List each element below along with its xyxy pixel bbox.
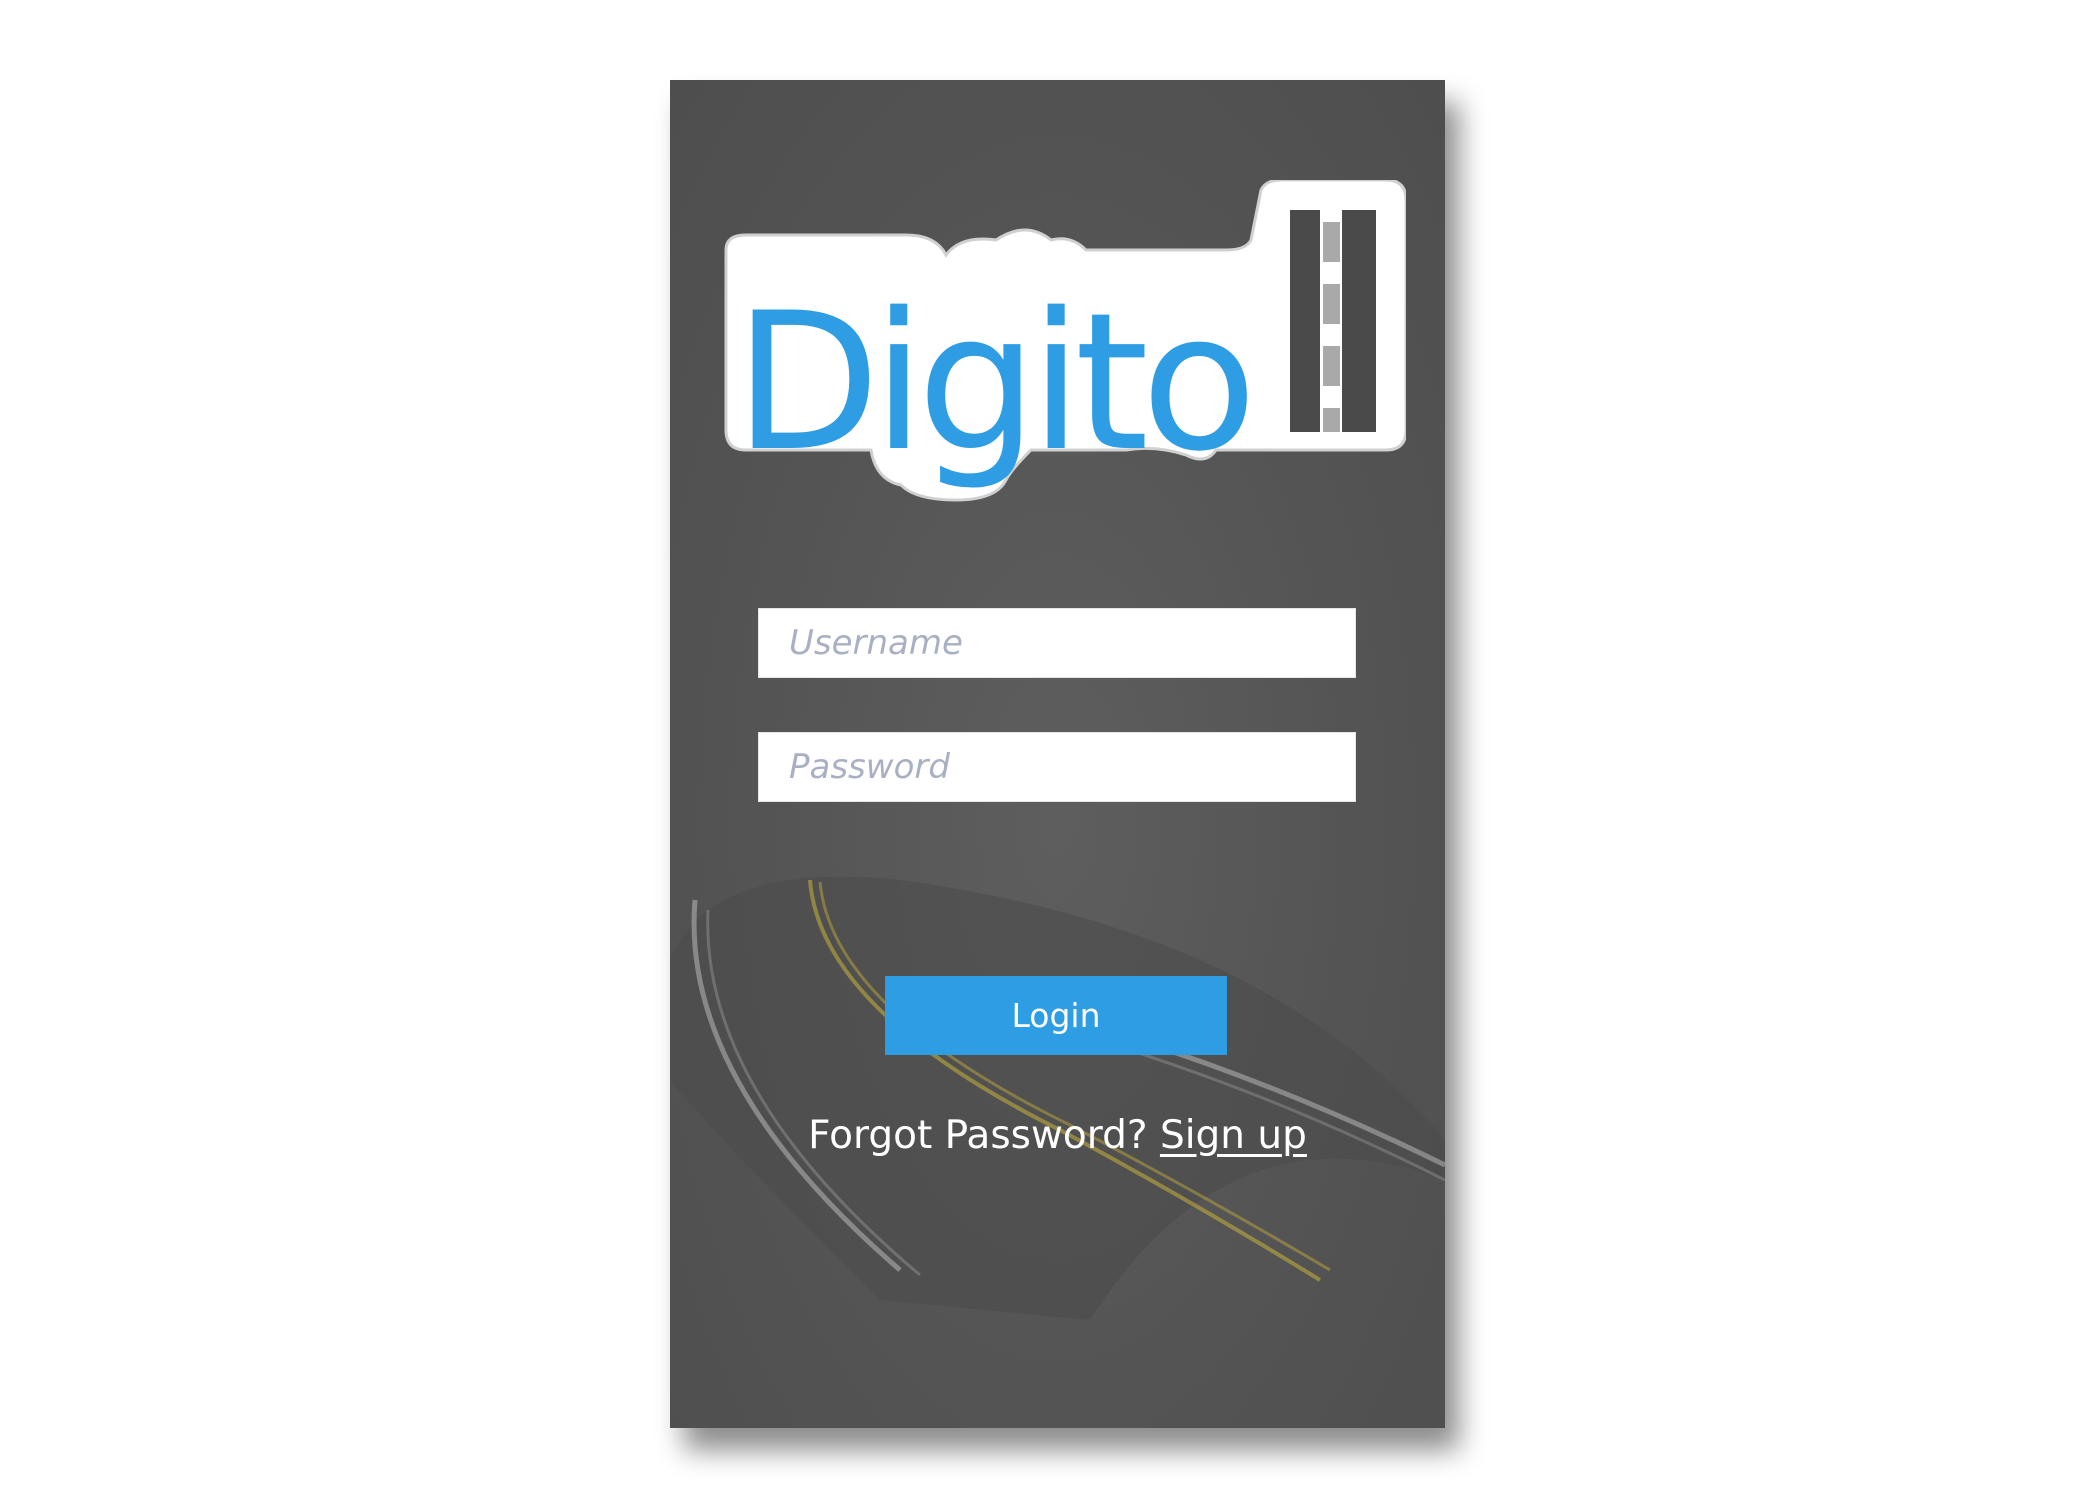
sign-up-link[interactable]: Sign up: [1160, 1113, 1307, 1158]
username-input[interactable]: [759, 609, 1355, 677]
login-screen: Digito Login Forgot Password? Sign up: [670, 80, 1445, 1428]
login-button[interactable]: Login: [885, 976, 1227, 1055]
password-field[interactable]: [758, 732, 1356, 802]
logo-text: Digito: [734, 272, 1257, 493]
digitoll-logo: Digito: [706, 180, 1406, 510]
password-input[interactable]: [759, 733, 1355, 801]
forgot-password-link[interactable]: Forgot Password?: [808, 1113, 1147, 1158]
account-links: Forgot Password? Sign up: [670, 1113, 1445, 1158]
username-field[interactable]: [758, 608, 1356, 678]
